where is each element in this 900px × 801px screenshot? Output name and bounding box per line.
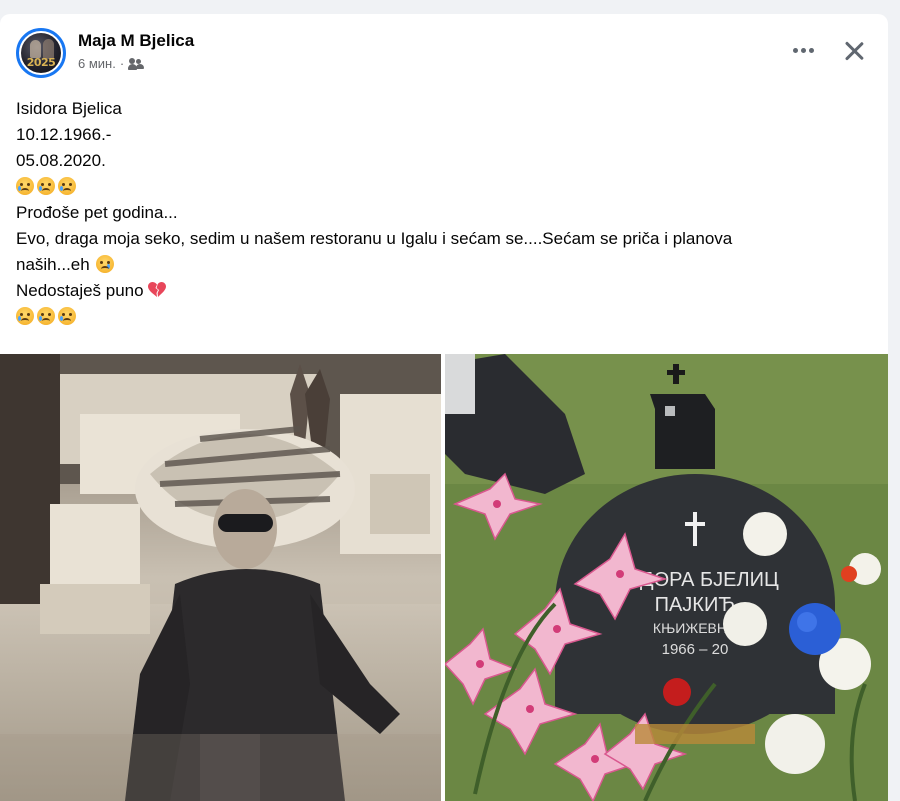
photo-woman-hat-drawing <box>0 354 441 801</box>
sleepy-face-emoji <box>96 255 115 273</box>
post-line-name: Isidora Bjelica <box>16 99 122 118</box>
crying-face-emoji <box>58 307 76 325</box>
grave-line-2: ПАЈКИЋ <box>655 594 736 616</box>
grave-line-4: 1966 – 20 <box>662 641 729 658</box>
photo-grid: СИДОРА БЈЕЛИЦ ПАЈКИЋ КЊИЖЕВНИ 1966 – 20 <box>0 354 888 801</box>
miss-text: Nedostaješ puno <box>16 281 144 300</box>
crying-face-emoji <box>16 177 34 195</box>
post-line-birth: 10.12.1966.- <box>16 125 112 144</box>
more-horizontal-icon[interactable] <box>789 40 818 61</box>
photo-grave-flowers-drawing: СИДОРА БЈЕЛИЦ ПАЈКИЋ КЊИЖЕВНИ 1966 – 20 <box>445 354 888 801</box>
avatar-year-text: 2025 <box>26 56 56 69</box>
post-time[interactable]: 6 мин. <box>78 56 116 72</box>
emoji-row-2 <box>16 304 876 330</box>
post-line-years: Prođoše pet godina... <box>16 203 178 222</box>
post-line-paragraph-end: naših...eh <box>16 252 876 278</box>
post-actions <box>789 40 864 61</box>
close-icon[interactable] <box>844 41 864 61</box>
avatar-image: 2025 <box>21 33 61 73</box>
crying-face-emoji <box>37 177 55 195</box>
paragraph-end-text: naših...eh <box>16 255 90 274</box>
paragraph-text: Evo, draga moja seko, sedim u našem rest… <box>16 229 733 248</box>
post-header: 2025 Maja M Bjelica 6 мин. · <box>16 28 194 84</box>
post-body: Isidora Bjelica 10.12.1966.- 05.08.2020.… <box>16 96 876 330</box>
post-line-miss: Nedostaješ puno <box>16 278 876 304</box>
emoji-row <box>16 174 876 200</box>
photo-grave-flowers[interactable]: СИДОРА БЈЕЛИЦ ПАЈКИЋ КЊИЖЕВНИ 1966 – 20 <box>445 354 888 801</box>
author-name[interactable]: Maja M Bjelica <box>78 31 194 51</box>
crying-face-emoji <box>37 307 55 325</box>
post-meta: Maja M Bjelica 6 мин. · <box>78 31 194 72</box>
broken-heart-emoji <box>147 280 166 297</box>
crying-face-emoji <box>16 307 34 325</box>
post-card: 2025 Maja M Bjelica 6 мин. · Isidora Bje… <box>0 14 888 801</box>
post-subline: 6 мин. · <box>78 56 194 72</box>
avatar[interactable]: 2025 <box>16 28 66 78</box>
post-line-paragraph: Evo, draga moja seko, sedim u našem rest… <box>16 226 876 252</box>
photo-woman-hat[interactable] <box>0 354 441 801</box>
post-line-death: 05.08.2020. <box>16 151 106 170</box>
friends-icon[interactable] <box>128 58 145 70</box>
separator-dot: · <box>119 56 125 71</box>
crying-face-emoji <box>58 177 76 195</box>
